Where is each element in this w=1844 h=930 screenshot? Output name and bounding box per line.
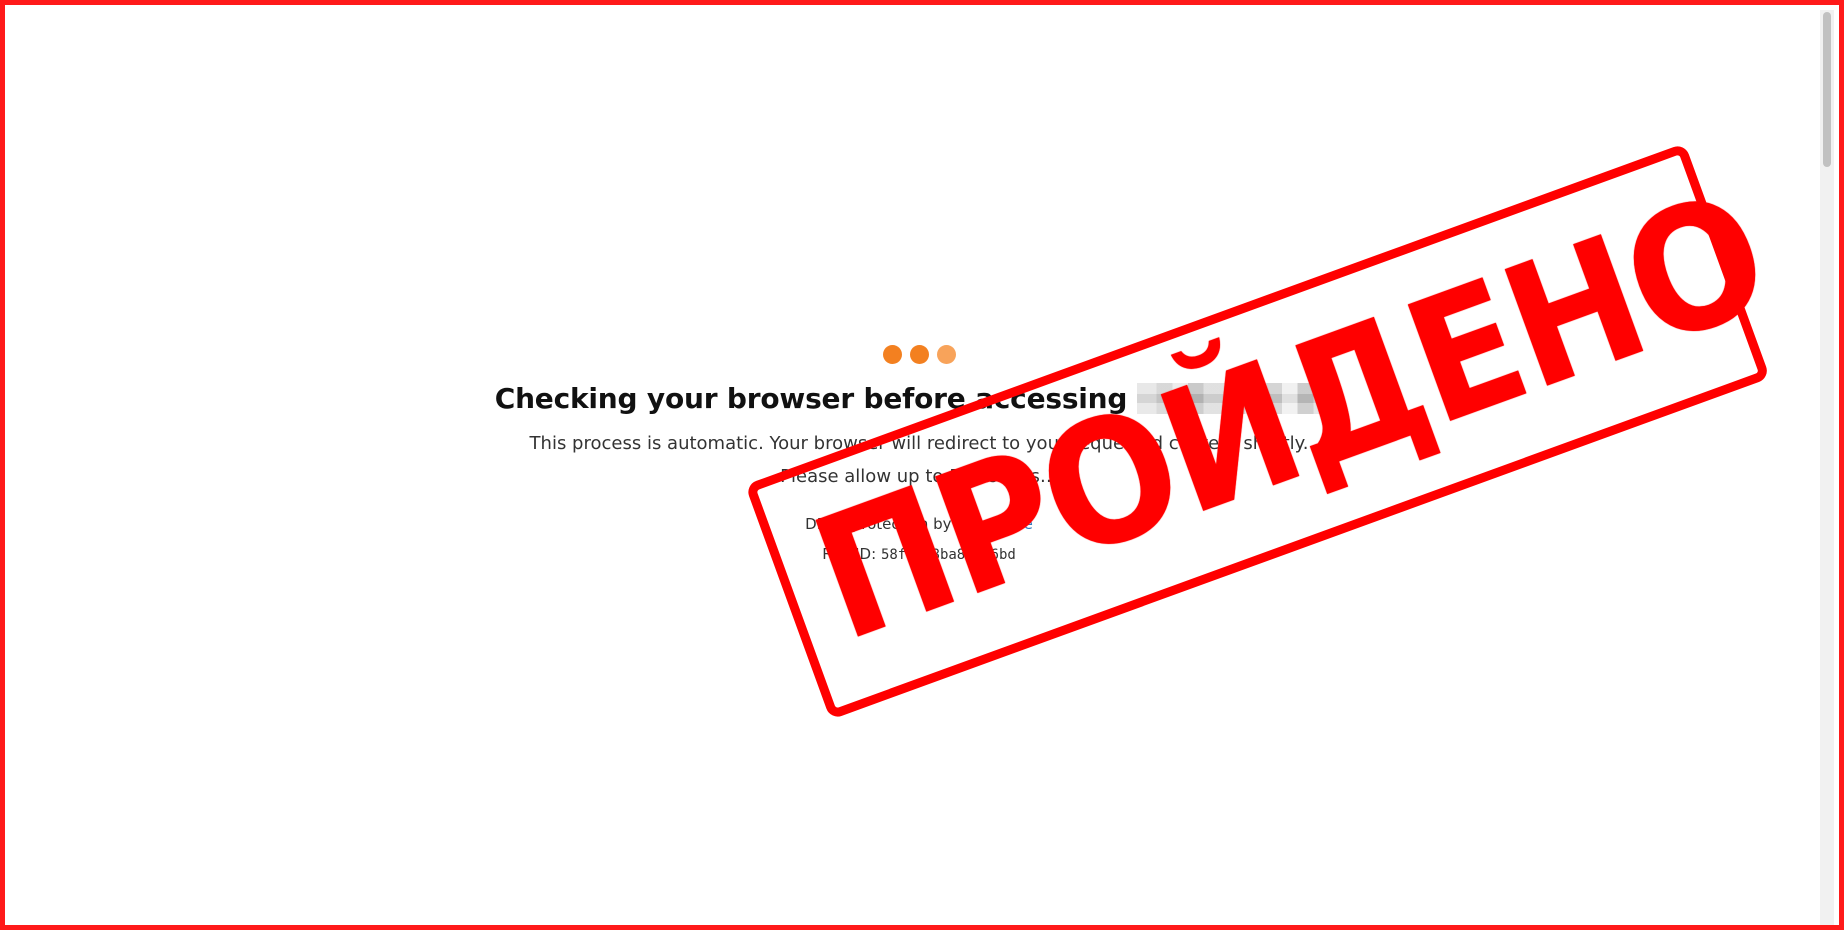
loading-dot-3 <box>936 345 956 364</box>
screenshot-frame: Checking your browser before accessing .… <box>0 0 1844 930</box>
loading-dot-1 <box>882 345 902 364</box>
scrollbar-thumb[interactable] <box>1823 12 1831 167</box>
passed-stamp: ПРОЙДЕНО <box>745 142 1789 767</box>
loading-dot-2 <box>909 345 929 364</box>
